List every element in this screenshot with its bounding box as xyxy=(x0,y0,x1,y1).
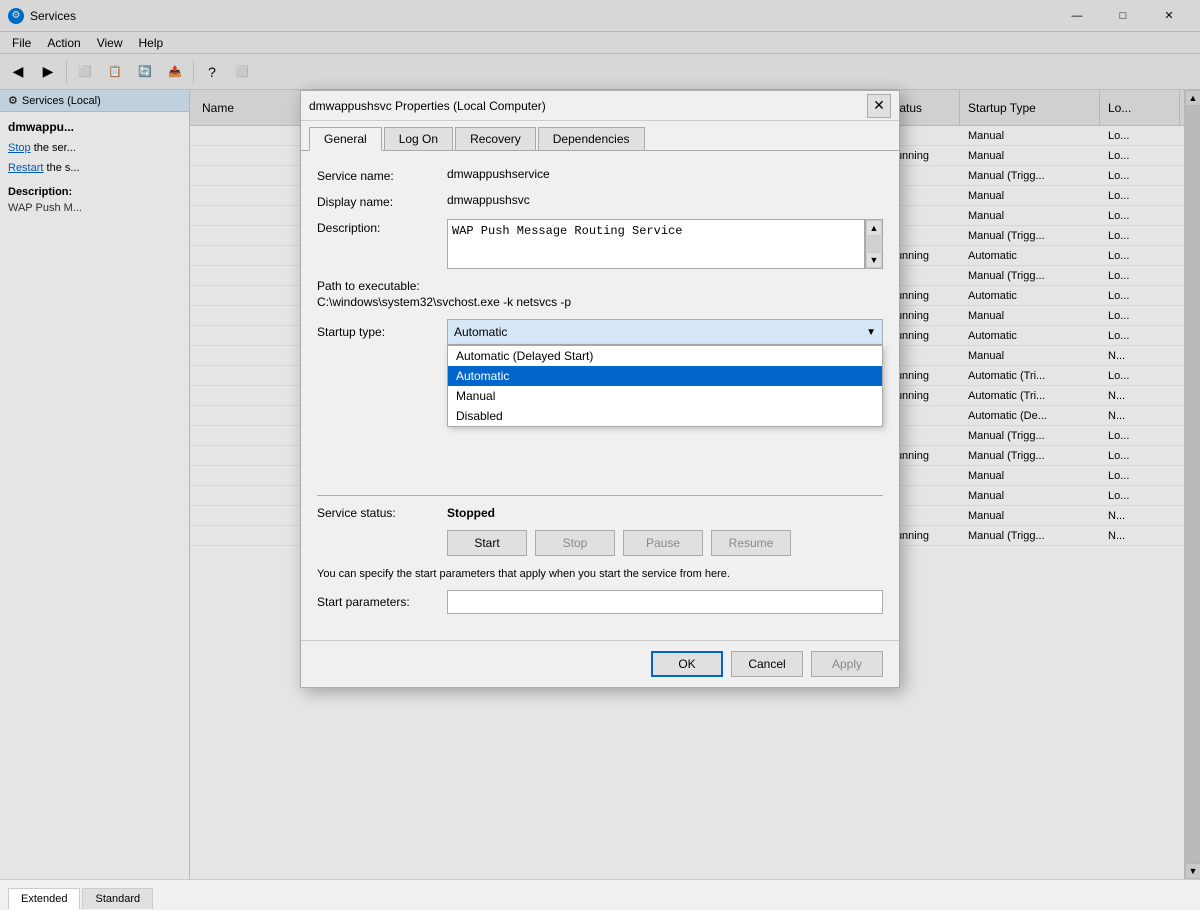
dialog-tabs: General Log On Recovery Dependencies xyxy=(301,121,899,151)
startup-type-label: Startup type: xyxy=(317,325,447,339)
properties-dialog: dmwappushsvc Properties (Local Computer)… xyxy=(300,90,900,688)
tab-extended[interactable]: Extended xyxy=(8,888,80,910)
dropdown-arrow-icon: ▼ xyxy=(866,327,876,338)
tab-dependencies[interactable]: Dependencies xyxy=(538,127,645,150)
display-name-value: dmwappushsvc xyxy=(447,193,883,207)
ok-button[interactable]: OK xyxy=(651,651,723,677)
service-status-label: Service status: xyxy=(317,506,447,520)
tab-logon[interactable]: Log On xyxy=(384,127,453,150)
display-name-row: Display name: dmwappushsvc xyxy=(317,193,883,209)
description-scrollbar: ▲ ▼ xyxy=(865,219,883,269)
dialog-titlebar: dmwappushsvc Properties (Local Computer)… xyxy=(301,91,899,121)
desc-scroll-up[interactable]: ▲ xyxy=(866,220,882,236)
dialog-title: dmwappushsvc Properties (Local Computer) xyxy=(309,99,867,113)
start-params-input[interactable] xyxy=(447,590,883,614)
divider xyxy=(317,495,883,496)
startup-selected-value: Automatic xyxy=(454,325,507,339)
service-control-buttons: Start Stop Pause Resume xyxy=(317,530,883,556)
modal-overlay: dmwappushsvc Properties (Local Computer)… xyxy=(0,0,1200,879)
bottom-tabs: Extended Standard xyxy=(0,879,1200,909)
option-auto-delayed[interactable]: Automatic (Delayed Start) xyxy=(448,346,882,366)
dialog-footer: OK Cancel Apply xyxy=(301,640,899,687)
startup-dropdown-container: Automatic ▼ Automatic (Delayed Start) Au… xyxy=(447,319,883,345)
apply-button[interactable]: Apply xyxy=(811,651,883,677)
description-label: Description: xyxy=(317,219,447,235)
tab-standard[interactable]: Standard xyxy=(82,888,153,909)
dialog-body: Service name: dmwappushservice Display n… xyxy=(301,151,899,640)
description-row: Description: ▲ ▼ xyxy=(317,219,883,269)
startup-dropdown[interactable]: Automatic ▼ xyxy=(447,319,883,345)
hint-text: You can specify the start parameters tha… xyxy=(317,568,883,580)
startup-dropdown-list: Automatic (Delayed Start) Automatic Manu… xyxy=(447,345,883,427)
cancel-button[interactable]: Cancel xyxy=(731,651,803,677)
resume-button[interactable]: Resume xyxy=(711,530,791,556)
service-name-label: Service name: xyxy=(317,167,447,183)
service-name-row: Service name: dmwappushservice xyxy=(317,167,883,183)
tab-recovery[interactable]: Recovery xyxy=(455,127,536,150)
desc-scroll-track xyxy=(866,236,882,252)
pause-button[interactable]: Pause xyxy=(623,530,703,556)
start-params-label: Start parameters: xyxy=(317,595,447,609)
path-row: Path to executable: C:\windows\system32\… xyxy=(317,279,883,309)
path-value: C:\windows\system32\svchost.exe -k netsv… xyxy=(317,295,883,309)
start-button[interactable]: Start xyxy=(447,530,527,556)
service-name-value: dmwappushservice xyxy=(447,167,883,181)
option-automatic[interactable]: Automatic xyxy=(448,366,882,386)
description-textarea[interactable] xyxy=(447,219,865,269)
stop-button[interactable]: Stop xyxy=(535,530,615,556)
option-manual[interactable]: Manual xyxy=(448,386,882,406)
display-name-label: Display name: xyxy=(317,193,447,209)
startup-type-row: Startup type: Automatic ▼ Automatic (Del… xyxy=(317,319,883,345)
tab-general[interactable]: General xyxy=(309,127,382,151)
start-params-row: Start parameters: xyxy=(317,590,883,614)
service-status-value: Stopped xyxy=(447,506,495,520)
dialog-close-button[interactable]: ✕ xyxy=(867,94,891,118)
path-label: Path to executable: xyxy=(317,279,883,293)
option-disabled[interactable]: Disabled xyxy=(448,406,882,426)
description-box-wrapper: ▲ ▼ xyxy=(447,219,883,269)
service-status-row: Service status: Stopped xyxy=(317,506,883,520)
desc-scroll-down[interactable]: ▼ xyxy=(866,252,882,268)
